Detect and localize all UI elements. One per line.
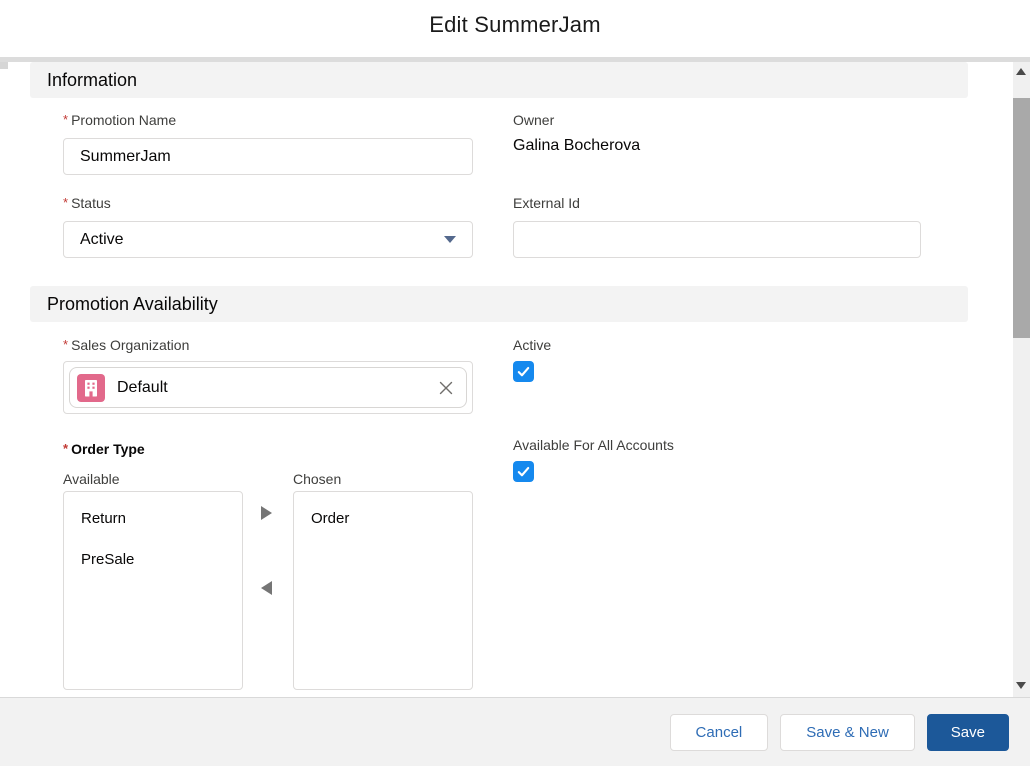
sales-org-store-icon (77, 373, 105, 402)
scroll-up-icon[interactable] (1016, 68, 1026, 75)
move-left-icon (261, 581, 272, 595)
save-button[interactable]: Save (926, 713, 1009, 751)
sales-organization-lookup[interactable]: Default (63, 361, 473, 414)
section-header-promotion-availability: Promotion Availability (30, 286, 968, 322)
listbox-option[interactable]: Order (311, 510, 472, 527)
chosen-listbox[interactable]: Order (293, 491, 473, 690)
chevron-down-icon (444, 236, 456, 243)
remove-selection-icon[interactable] (438, 380, 454, 396)
section-header-information: Information (30, 62, 968, 98)
status-combobox[interactable]: Active (63, 221, 473, 258)
external-id-label: External Id (513, 195, 580, 211)
listbox-option[interactable]: PreSale (81, 551, 242, 568)
available-for-all-accounts-checkbox[interactable] (513, 461, 534, 482)
promotion-name-input[interactable] (63, 138, 473, 175)
modal-footer: Cancel Save & New Save (0, 697, 1030, 766)
status-label: * Status (63, 195, 111, 211)
modal-title: Edit SummerJam (429, 12, 601, 37)
scroll-down-icon[interactable] (1016, 682, 1026, 689)
checkmark-icon (517, 467, 530, 477)
listbox-option[interactable]: Return (81, 510, 242, 527)
scrollbar-thumb[interactable] (1013, 98, 1030, 338)
scrolled-content-sliver (0, 62, 8, 69)
save-and-new-button[interactable]: Save & New (780, 713, 915, 751)
edit-record-modal: Edit SummerJam Information * Promotion Na… (0, 0, 1030, 766)
external-id-input[interactable] (513, 221, 921, 258)
active-label: Active (513, 337, 552, 353)
order-type-label: * Order Type (63, 441, 145, 457)
sales-organization-pill[interactable]: Default (69, 367, 467, 408)
required-asterisk-icon: * (63, 441, 69, 456)
move-to-available-button[interactable] (261, 580, 275, 596)
chosen-listbox-label: Chosen (293, 471, 342, 487)
status-value: Active (80, 230, 124, 248)
required-asterisk-icon: * (63, 337, 69, 352)
sales-organization-value: Default (117, 378, 168, 396)
modal-header: Edit SummerJam (0, 0, 1030, 56)
active-checkbox[interactable] (513, 361, 534, 382)
available-listbox-label: Available (63, 471, 120, 487)
required-asterisk-icon: * (63, 195, 69, 210)
sales-organization-label: * Sales Organization (63, 337, 190, 353)
cancel-button[interactable]: Cancel (669, 713, 769, 751)
available-for-all-accounts-label: Available For All Accounts (513, 437, 674, 453)
available-listbox[interactable]: Return PreSale (63, 491, 243, 690)
promotion-name-label: * Promotion Name (63, 112, 177, 128)
required-asterisk-icon: * (63, 112, 69, 127)
owner-value: Galina Bocherova (513, 137, 641, 154)
checkmark-icon (517, 367, 530, 377)
owner-label: Owner (513, 112, 555, 128)
vertical-scrollbar[interactable] (1013, 62, 1030, 697)
move-right-icon (261, 506, 272, 520)
move-to-chosen-button[interactable] (261, 505, 275, 521)
